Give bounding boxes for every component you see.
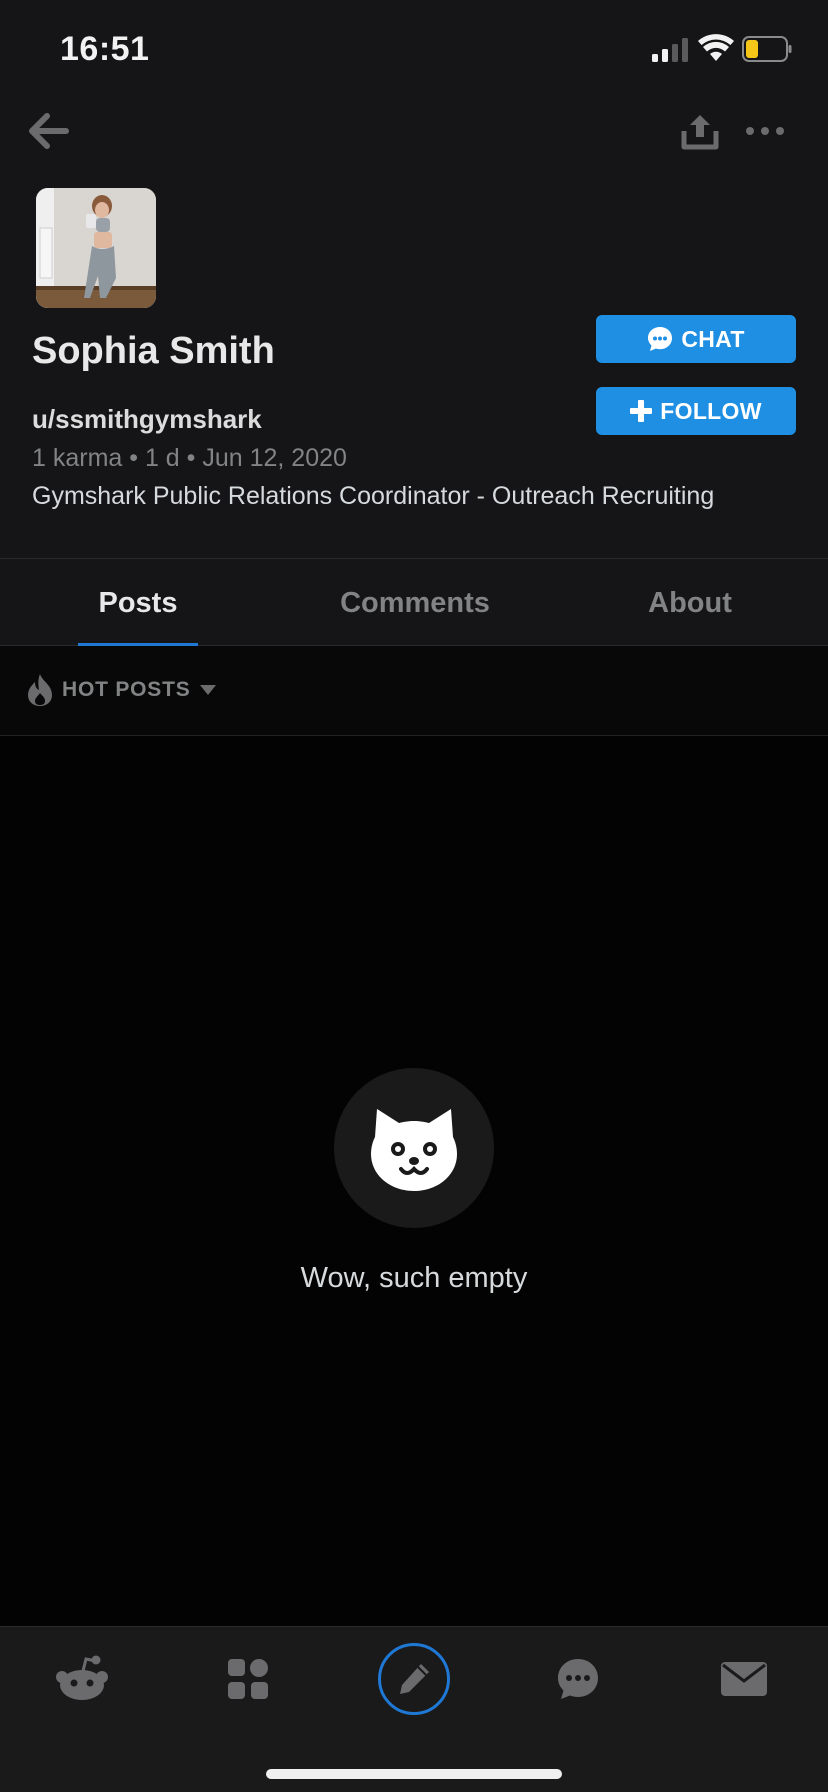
nav-create-post-button[interactable]	[374, 1639, 454, 1719]
empty-state-badge	[334, 1068, 494, 1228]
status-time: 16:51	[60, 30, 150, 68]
nav-chat-button[interactable]	[538, 1639, 618, 1719]
tab-posts[interactable]: Posts	[78, 559, 198, 647]
chat-bubble-icon	[648, 327, 673, 351]
empty-state: Wow, such empty	[0, 736, 828, 1626]
sort-label: HOT POSTS	[62, 678, 191, 701]
profile-bio: Gymshark Public Relations Coordinator - …	[32, 482, 715, 510]
chat-button[interactable]: CHAT	[596, 315, 796, 363]
profile-tabs: Posts Comments About	[0, 558, 828, 647]
nav-inbox-button[interactable]	[704, 1639, 784, 1719]
create-post-pencil-icon	[400, 1664, 429, 1694]
profile-header: 16:51 Sophia Smith u/ssmithgymshark 1 ka…	[0, 0, 828, 558]
bottom-navigation-bar	[0, 1626, 828, 1792]
chevron-down-icon	[199, 685, 216, 695]
avatar[interactable]	[36, 188, 156, 308]
more-options-button[interactable]	[740, 106, 790, 156]
create-post-ring	[378, 1643, 450, 1715]
username: u/ssmithgymshark	[32, 404, 262, 434]
sort-dropdown[interactable]: HOT POSTS	[26, 672, 217, 708]
back-arrow-icon	[29, 113, 69, 149]
follow-button-label: FOLLOW	[660, 397, 762, 424]
status-bar: 16:51	[0, 0, 828, 100]
home-indicator[interactable]	[266, 1769, 562, 1779]
more-dots-icon	[746, 127, 784, 135]
share-button[interactable]	[676, 106, 724, 156]
communities-grid-icon	[228, 1659, 268, 1699]
chat-bubble-icon	[558, 1659, 598, 1699]
cat-face-icon	[371, 1109, 457, 1191]
share-upload-icon	[681, 115, 719, 150]
nav-communities-button[interactable]	[208, 1639, 288, 1719]
profile-meta: 1 karma • 1 d • Jun 12, 2020	[32, 444, 347, 472]
inbox-envelope-icon	[721, 1662, 767, 1696]
empty-state-message: Wow, such empty	[300, 1262, 528, 1294]
chat-button-label: CHAT	[681, 325, 745, 352]
battery-icon	[742, 36, 792, 62]
nav-home-button[interactable]	[42, 1639, 122, 1719]
tab-about[interactable]: About	[630, 559, 750, 647]
profile-photo	[36, 188, 156, 308]
tab-comments[interactable]: Comments	[320, 559, 510, 647]
display-name: Sophia Smith	[32, 330, 275, 372]
back-button[interactable]	[24, 106, 74, 156]
wifi-icon	[698, 34, 734, 61]
top-navigation-bar	[0, 100, 828, 180]
sort-bar: HOT POSTS	[0, 646, 828, 736]
plus-icon	[630, 400, 653, 422]
follow-button[interactable]: FOLLOW	[596, 387, 796, 435]
cellular-signal-icon	[652, 38, 688, 62]
flame-icon	[28, 674, 52, 706]
reddit-home-icon	[56, 1655, 108, 1700]
